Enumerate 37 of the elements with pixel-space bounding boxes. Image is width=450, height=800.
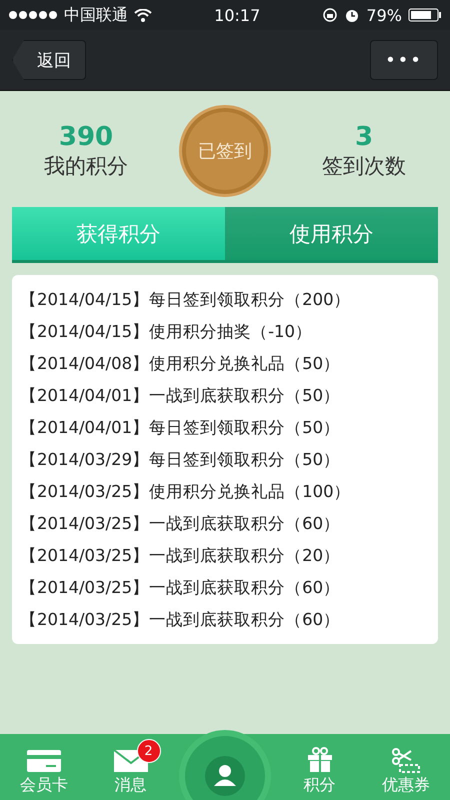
unread-badge: 2 xyxy=(136,739,160,763)
clock-time: 10:17 xyxy=(214,6,260,24)
bottom-tab[interactable]: 优惠券 xyxy=(368,737,444,796)
points-tab[interactable]: 使用积分 xyxy=(225,207,438,263)
more-button[interactable]: ••• xyxy=(370,40,438,80)
carrier-name: 中国联通 xyxy=(64,4,128,26)
record-entry: 【2014/04/15】使用积分抽奖（-10） xyxy=(20,321,314,343)
bottom-tab[interactable]: 消息 2 xyxy=(92,739,168,796)
record-entry: 【2014/04/15】每日签到领取积分（200） xyxy=(20,289,352,311)
record-entry: 【2014/03/25】一战到底获取积分（60） xyxy=(20,513,342,535)
record-entry: 【2014/03/29】每日签到领取积分（50） xyxy=(20,449,342,471)
record-entry: 【2014/03/25】一战到底获取积分（60） xyxy=(20,609,342,631)
bottom-tab[interactable]: 积分 xyxy=(282,737,358,796)
record-entry: 【2014/04/08】使用积分兑换礼品（50） xyxy=(20,353,342,375)
points-label: 我的积分 xyxy=(44,153,128,180)
back-button[interactable]: 返回 xyxy=(12,40,86,80)
person-icon xyxy=(205,756,245,796)
record-entry: 【2014/03/25】使用积分兑换礼品（100） xyxy=(20,481,352,503)
record-entry: 【2014/03/25】一战到底获取积分（20） xyxy=(20,545,342,567)
wifi-icon xyxy=(134,8,152,22)
gift-icon xyxy=(306,747,334,773)
checkin-count-label: 签到次数 xyxy=(322,153,406,180)
record-entry: 【2014/04/01】每日签到领取积分（50） xyxy=(20,417,342,439)
points-tab[interactable]: 获得积分 xyxy=(12,207,225,263)
record-entry: 【2014/03/25】一战到底获取积分（60） xyxy=(20,577,342,599)
battery-icon xyxy=(408,8,442,22)
alarm-icon xyxy=(344,7,360,23)
points-value: 390 xyxy=(58,122,114,152)
rotation-lock-icon xyxy=(322,7,338,23)
battery-percent: 79% xyxy=(366,6,402,24)
checkin-button[interactable]: 已签到 xyxy=(179,105,271,197)
bottom-tab[interactable]: 会员卡 xyxy=(6,739,82,796)
checkin-count: 3 xyxy=(354,122,374,152)
scissors-icon xyxy=(391,747,421,773)
record-entry: 【2014/04/01】一战到底获取积分（50） xyxy=(20,385,342,407)
signal-icon xyxy=(8,10,58,20)
card-icon xyxy=(26,749,62,773)
